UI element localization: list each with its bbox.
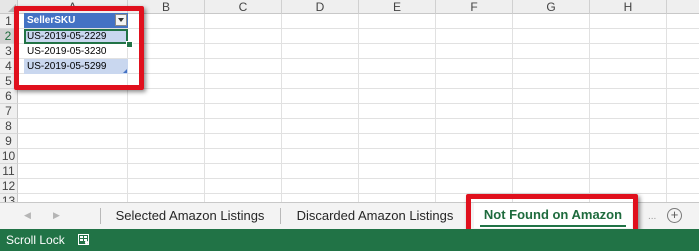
row-header-11[interactable]: 11 xyxy=(0,164,18,179)
column-header-e[interactable]: E xyxy=(359,0,436,14)
gridline xyxy=(18,163,699,164)
gridline xyxy=(358,14,359,229)
gridline xyxy=(18,178,699,179)
tab-discarded-amazon-listings[interactable]: Discarded Amazon Listings xyxy=(281,203,469,229)
gridline xyxy=(18,103,699,104)
column-header-f[interactable]: F xyxy=(436,0,513,14)
column-header-c[interactable]: C xyxy=(205,0,282,14)
gridline xyxy=(18,133,699,134)
row-header-6[interactable]: 6 xyxy=(0,89,18,104)
gridline xyxy=(18,118,699,119)
column-header-i[interactable] xyxy=(667,0,699,14)
row-header-12[interactable]: 12 xyxy=(0,179,18,194)
column-header-d[interactable]: D xyxy=(282,0,359,14)
tab-selected-amazon-listings[interactable]: Selected Amazon Listings xyxy=(101,203,279,229)
scroll-left-icon[interactable]: ◀ xyxy=(24,210,31,220)
add-sheet-icon[interactable]: + xyxy=(667,208,682,223)
status-scroll-lock: Scroll Lock xyxy=(6,233,65,247)
row-header-7[interactable]: 7 xyxy=(0,104,18,119)
gridline xyxy=(18,148,699,149)
macro-record-icon[interactable] xyxy=(78,234,89,245)
gridline xyxy=(666,14,667,229)
tab-label: Discarded Amazon Listings xyxy=(296,208,454,223)
row-header-10[interactable]: 10 xyxy=(0,149,18,164)
row-header-9[interactable]: 9 xyxy=(0,134,18,149)
scroll-right-icon[interactable]: ▶ xyxy=(53,210,60,220)
gridline xyxy=(204,14,205,229)
gridline xyxy=(281,14,282,229)
column-header-g[interactable]: G xyxy=(513,0,590,14)
annotation-highlight-table xyxy=(14,6,144,90)
status-bar: Scroll Lock xyxy=(0,229,699,251)
column-header-h[interactable]: H xyxy=(590,0,667,14)
gridline xyxy=(435,14,436,229)
more-tabs-ellipsis[interactable]: ... xyxy=(648,212,656,222)
row-header-8[interactable]: 8 xyxy=(0,119,18,134)
tab-label: Selected Amazon Listings xyxy=(115,208,265,223)
